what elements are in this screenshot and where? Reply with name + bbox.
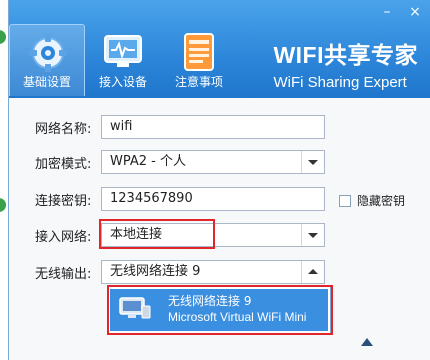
wireless-output-row: 无线输出: 无线网络连接 9 xyxy=(35,259,325,285)
encryption-label: 加密模式: xyxy=(35,156,92,172)
dropdown-option-subtitle: Microsoft Virtual WiFi Mini xyxy=(168,310,307,324)
dropdown-option[interactable]: 无线网络连接 9 Microsoft Virtual WiFi Mini xyxy=(110,289,328,331)
window-controls: – × xyxy=(378,4,424,20)
ssid-input[interactable]: wifi xyxy=(101,115,325,139)
hide-password-checkbox[interactable] xyxy=(339,194,351,207)
chevron-down-icon[interactable] xyxy=(301,151,324,173)
password-label: 连接密钥: xyxy=(35,193,92,209)
tab-label: 注意事项 xyxy=(174,75,223,89)
wireless-output-dropdown: 无线网络连接 9 Microsoft Virtual WiFi Mini xyxy=(107,286,331,334)
header-bar: – × 基础设置 接入设备 注意事项 WIFI共享专家 WiFi Sharing… xyxy=(9,0,430,98)
gear-icon xyxy=(29,34,67,72)
hide-password-label: 隐藏密钥 xyxy=(357,194,406,208)
background-fragment xyxy=(0,198,6,212)
password-input[interactable]: 1234567890 xyxy=(101,187,325,211)
settings-form: 网络名称: wifi 加密模式: WPA2 - 个人 连接密钥: 1234567… xyxy=(9,98,430,360)
encryption-value: WPA2 - 个人 xyxy=(110,154,186,169)
wifi-sharing-window: – × 基础设置 接入设备 注意事项 WIFI共享专家 WiFi Sharing… xyxy=(8,0,430,360)
bottom-action-button[interactable] xyxy=(339,330,415,356)
chevron-down-icon[interactable] xyxy=(301,224,324,246)
app-brand: WIFI共享专家 WiFi Sharing Expert xyxy=(273,36,418,91)
hide-password-toggle[interactable]: 隐藏密钥 xyxy=(339,192,405,209)
tab-label: 接入设备 xyxy=(98,75,147,89)
access-network-row: 接入网络: 本地连接 xyxy=(35,222,325,248)
monitor-icon xyxy=(104,35,142,67)
password-row: 连接密钥: 1234567890 xyxy=(35,186,325,212)
tab-label: 基础设置 xyxy=(22,75,71,89)
tab-basic-settings[interactable]: 基础设置 xyxy=(9,24,85,96)
nav-tabs: 基础设置 接入设备 注意事项 xyxy=(9,24,237,96)
wireless-output-select[interactable]: 无线网络连接 9 xyxy=(101,260,325,284)
app-title-cn: WIFI共享专家 xyxy=(273,42,418,68)
background-fragment xyxy=(0,30,6,44)
notebook-icon xyxy=(184,33,214,71)
encryption-row: 加密模式: WPA2 - 个人 xyxy=(35,149,325,175)
access-network-label: 接入网络: xyxy=(35,229,92,245)
wireless-output-label: 无线输出: xyxy=(35,266,92,282)
wireless-output-value: 无线网络连接 9 xyxy=(110,264,201,279)
encryption-select[interactable]: WPA2 - 个人 xyxy=(101,150,325,174)
ssid-label: 网络名称: xyxy=(35,121,92,137)
ssid-row: 网络名称: wifi xyxy=(35,114,325,140)
app-title-en: WiFi Sharing Expert xyxy=(273,74,407,91)
close-button[interactable]: × xyxy=(406,4,424,20)
tab-notes[interactable]: 注意事项 xyxy=(161,24,237,96)
chevron-up-icon[interactable] xyxy=(301,261,324,283)
tab-connected-devices[interactable]: 接入设备 xyxy=(85,24,161,96)
minimize-button[interactable]: – xyxy=(378,4,396,20)
arrow-up-icon xyxy=(361,338,373,346)
dropdown-option-title: 无线网络连接 9 xyxy=(168,294,252,308)
access-network-value: 本地连接 xyxy=(110,227,163,242)
access-network-select[interactable]: 本地连接 xyxy=(101,223,325,247)
network-adapter-icon xyxy=(119,297,151,319)
